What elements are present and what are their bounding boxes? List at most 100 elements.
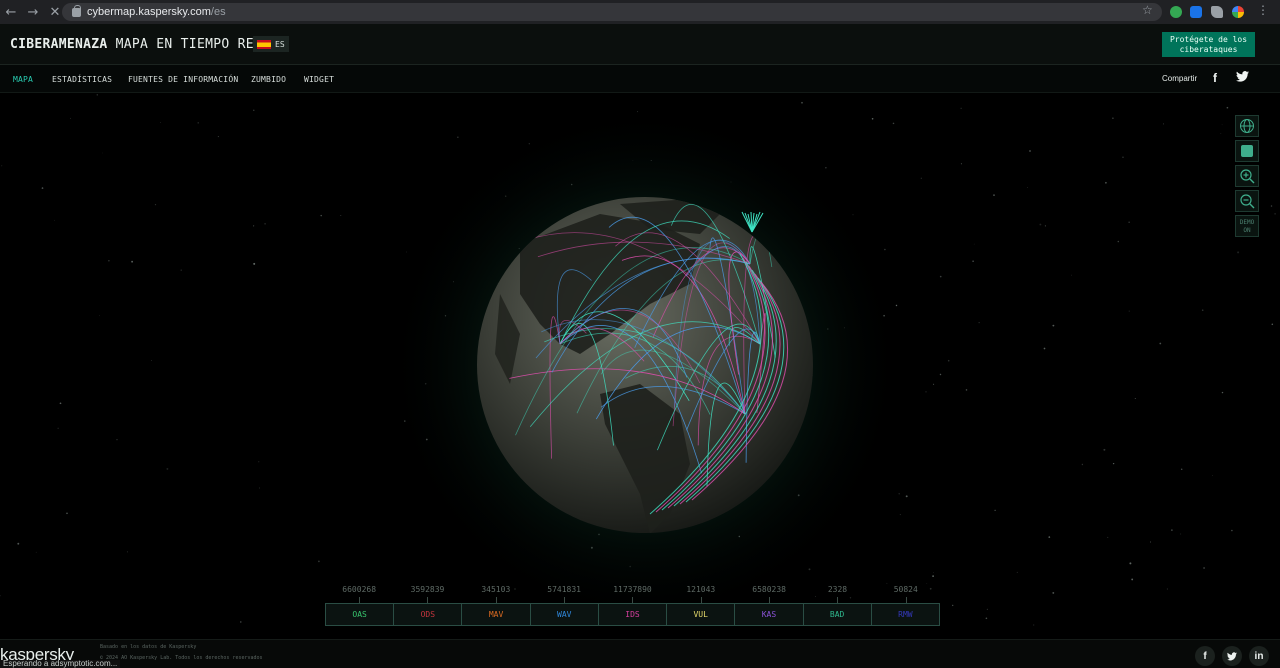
star bbox=[1129, 562, 1132, 565]
star bbox=[1149, 541, 1152, 543]
extension-blue-icon[interactable] bbox=[1190, 6, 1202, 18]
star bbox=[1112, 117, 1114, 120]
stat-value-rmw: 50824 bbox=[893, 585, 918, 594]
zoom-in-icon bbox=[1240, 169, 1255, 184]
star bbox=[320, 214, 322, 217]
star bbox=[54, 219, 55, 221]
stat-button-bad[interactable]: BAD bbox=[803, 604, 872, 625]
star bbox=[66, 512, 68, 515]
zoom-in-button[interactable] bbox=[1235, 165, 1259, 187]
star bbox=[1071, 274, 1073, 276]
back-icon[interactable]: ← bbox=[0, 0, 22, 24]
stat-button-rmw[interactable]: RMW bbox=[871, 604, 939, 625]
star bbox=[1128, 221, 1130, 223]
stat-button-oas[interactable]: OAS bbox=[326, 604, 395, 625]
browser-toolbar: ← → ✕ cybermap.kaspersky.com/es ☆ ⋮ bbox=[0, 0, 1280, 24]
star bbox=[17, 542, 20, 545]
star bbox=[972, 260, 974, 263]
star bbox=[1117, 240, 1120, 243]
star bbox=[932, 575, 934, 577]
nav-item-estadisticas[interactable]: ESTADÍSTICAS bbox=[52, 75, 112, 84]
nav-item-mapa[interactable]: MAPA bbox=[13, 75, 33, 84]
site-footer: kaspersky Basado en los datos de Kaspers… bbox=[0, 639, 1280, 668]
protect-button[interactable]: Protégete de los ciberataques bbox=[1162, 32, 1255, 57]
star bbox=[1166, 588, 1168, 590]
profile-avatar-icon[interactable] bbox=[1232, 6, 1244, 18]
star bbox=[1226, 106, 1229, 109]
stat-button-ids[interactable]: IDS bbox=[598, 604, 668, 625]
bookmark-star-icon[interactable]: ☆ bbox=[1142, 3, 1153, 17]
footer-linkedin-icon[interactable]: in bbox=[1249, 646, 1269, 666]
browser-menu-icon[interactable]: ⋮ bbox=[1257, 3, 1269, 17]
star bbox=[1162, 123, 1165, 125]
star bbox=[993, 194, 995, 196]
star bbox=[264, 222, 266, 225]
star bbox=[947, 359, 950, 362]
stat-button-ods[interactable]: ODS bbox=[394, 604, 463, 625]
star bbox=[1221, 124, 1223, 126]
star bbox=[41, 187, 44, 189]
star bbox=[102, 152, 104, 154]
star bbox=[1212, 474, 1214, 476]
star bbox=[1231, 529, 1233, 532]
demo-toggle[interactable]: DEMO ON bbox=[1235, 215, 1259, 237]
star bbox=[340, 214, 342, 216]
star bbox=[1221, 391, 1224, 394]
star bbox=[1107, 536, 1109, 538]
footer-copyright-text: © 2024 AO Kaspersky Lab. Todos los derec… bbox=[100, 655, 263, 661]
facebook-icon[interactable]: f bbox=[1213, 71, 1217, 85]
nav-item-zumbido[interactable]: ZUMBIDO bbox=[251, 75, 286, 84]
star bbox=[240, 621, 242, 623]
star bbox=[1, 165, 3, 167]
star bbox=[1237, 251, 1240, 254]
stat-ticks bbox=[325, 597, 940, 603]
star bbox=[898, 493, 900, 495]
globe-visualization[interactable] bbox=[0, 94, 1280, 639]
star bbox=[920, 177, 922, 179]
star bbox=[126, 551, 128, 553]
forward-icon[interactable]: → bbox=[22, 0, 44, 24]
share-label: Compartir bbox=[1162, 74, 1198, 83]
star bbox=[160, 122, 161, 123]
star bbox=[801, 101, 803, 104]
star bbox=[1122, 156, 1124, 158]
footer-facebook-icon[interactable]: f bbox=[1195, 646, 1215, 666]
star bbox=[1105, 181, 1107, 184]
stat-button-kas[interactable]: KAS bbox=[735, 604, 804, 625]
stat-button-wav[interactable]: WAV bbox=[530, 604, 599, 625]
zoom-out-button[interactable] bbox=[1235, 190, 1259, 212]
cyber-map[interactable]: DEMO ON bbox=[0, 94, 1280, 639]
star bbox=[884, 248, 886, 251]
language-selector[interactable]: ES bbox=[253, 36, 289, 52]
extension-green-icon[interactable] bbox=[1170, 6, 1182, 18]
star bbox=[1052, 324, 1055, 327]
address-bar[interactable]: cybermap.kaspersky.com/es bbox=[62, 3, 1162, 21]
stat-values: 6600268 3592839 345103 5741831 11737890 12104… bbox=[325, 585, 940, 597]
stat-tick bbox=[462, 597, 530, 603]
nav-item-widget[interactable]: WIDGET bbox=[304, 75, 334, 84]
globe-view-button[interactable] bbox=[1235, 115, 1259, 137]
star bbox=[131, 260, 134, 263]
stat-button-mav[interactable]: MAV bbox=[462, 604, 531, 625]
stat-button-vul[interactable]: VUL bbox=[667, 604, 736, 625]
lock-icon bbox=[72, 4, 81, 17]
flat-view-button[interactable] bbox=[1235, 140, 1259, 162]
zoom-out-icon bbox=[1240, 194, 1255, 209]
star bbox=[939, 373, 942, 376]
star bbox=[1033, 624, 1035, 626]
star bbox=[925, 391, 927, 393]
star bbox=[166, 467, 169, 470]
stat-tick bbox=[325, 597, 393, 603]
star bbox=[1043, 347, 1046, 350]
map-controls: DEMO ON bbox=[1235, 115, 1259, 237]
star bbox=[960, 107, 962, 109]
stat-cells: OAS ODS MAV WAV IDS VUL KAS BAD RMW bbox=[325, 603, 940, 626]
twitter-icon[interactable] bbox=[1236, 71, 1249, 85]
extensions-puzzle-icon[interactable] bbox=[1211, 6, 1223, 18]
flat-map-icon bbox=[1241, 145, 1253, 157]
star bbox=[825, 167, 827, 169]
star bbox=[1220, 133, 1222, 135]
footer-twitter-icon[interactable] bbox=[1222, 646, 1242, 666]
star bbox=[1029, 150, 1031, 152]
nav-item-fuentes[interactable]: FUENTES DE INFORMACIÓN bbox=[128, 75, 238, 84]
